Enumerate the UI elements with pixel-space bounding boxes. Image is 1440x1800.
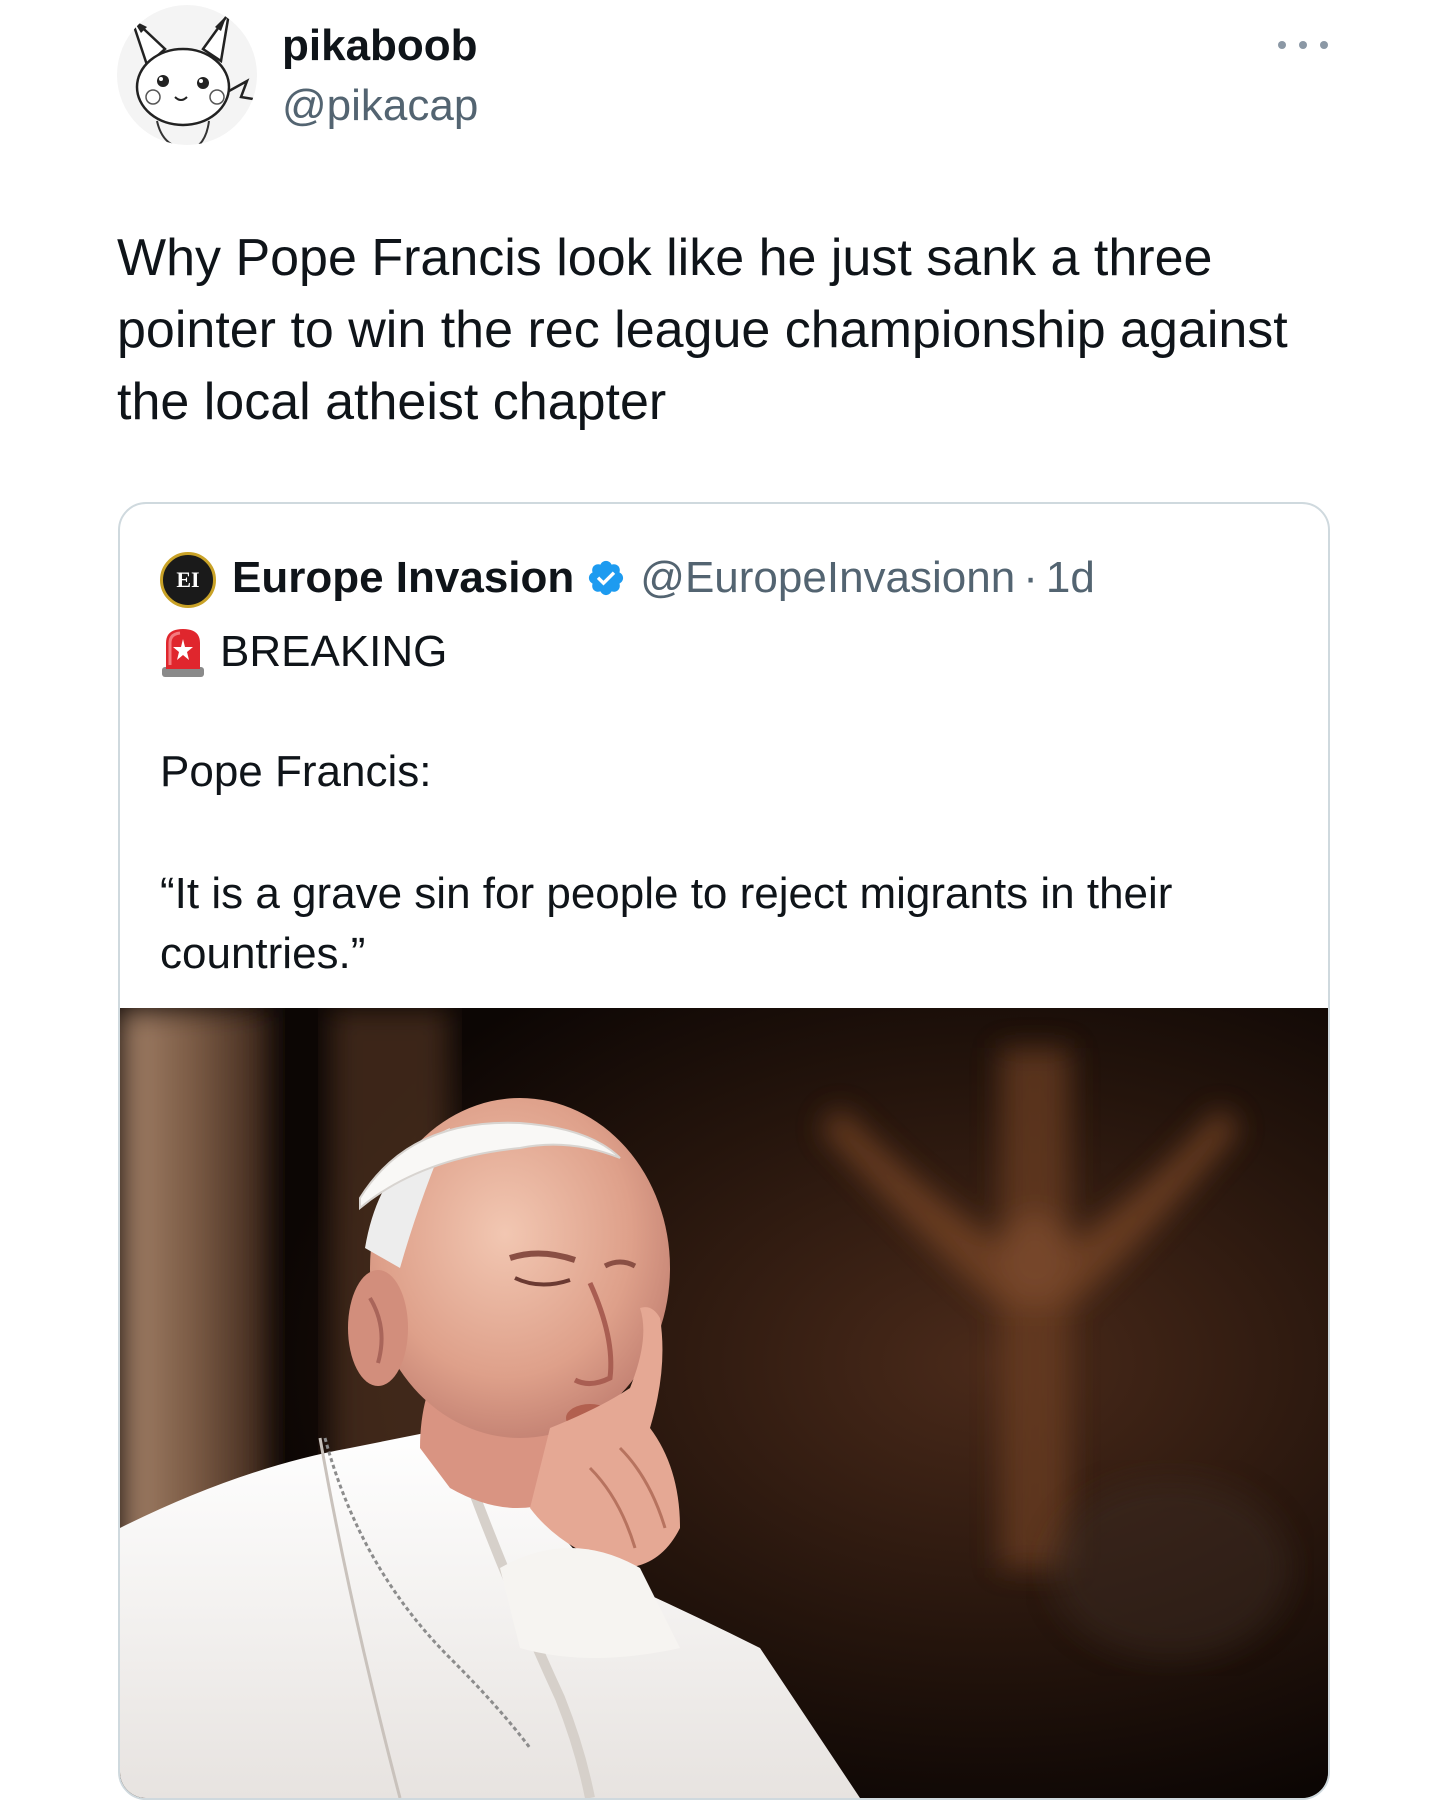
ellipsis-dot	[1320, 41, 1328, 49]
quote-line: Pope Francis:	[160, 747, 432, 796]
police-light-emoji-icon	[162, 629, 204, 677]
ellipsis-dot	[1299, 41, 1307, 49]
europe-invasion-logo-icon[interactable]: EI	[160, 552, 216, 608]
quote-media[interactable]	[120, 1008, 1328, 1798]
quote-line: “It is a grave sin for people to reject …	[160, 869, 1173, 978]
quote-header: Europe Invasion @EuropeInvasionn · 1d	[232, 548, 1095, 608]
tweet-text: Why Pope Francis look like he just sank …	[117, 229, 1288, 431]
quote-author-handle[interactable]: @EuropeInvasionn	[640, 550, 1015, 606]
tweet-card: pikaboob @pikacap Why Pope Francis look …	[0, 0, 1440, 1800]
more-options-button[interactable]	[1278, 30, 1328, 60]
author-handle[interactable]: @pikacap	[282, 78, 478, 134]
quote-separator: ·	[1023, 553, 1038, 602]
quote-body: Pope Francis: “It is a grave sin for peo…	[160, 742, 1290, 984]
author-avatar[interactable]	[117, 5, 257, 145]
breaking-label: BREAKING	[220, 627, 448, 676]
pope-francis-photo	[120, 1008, 1328, 1798]
quote-author-name[interactable]: Europe Invasion	[232, 550, 574, 606]
breaking-line: BREAKING	[160, 622, 447, 682]
quoted-tweet[interactable]: EI Europe Invasion @EuropeInvasionn · 1d…	[118, 502, 1330, 1800]
quote-avatar-text: EI	[176, 567, 200, 592]
author-name[interactable]: pikaboob	[282, 18, 478, 74]
ellipsis-icon	[1278, 41, 1286, 49]
verified-badge-icon	[589, 560, 624, 596]
quote-timestamp[interactable]: 1d	[1046, 550, 1095, 606]
pikachu-sketch-icon	[117, 5, 257, 145]
